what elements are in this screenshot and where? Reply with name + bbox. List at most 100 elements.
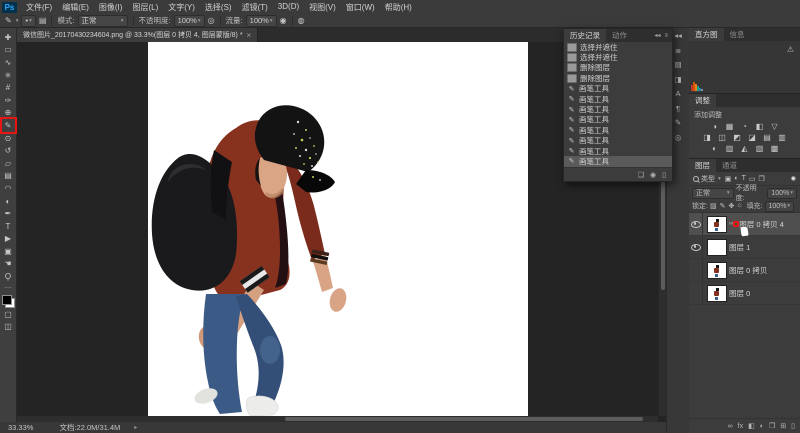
- move-tool[interactable]: ✚: [2, 31, 15, 44]
- zoom-tool[interactable]: Ϙ: [2, 270, 15, 283]
- lasso-tool[interactable]: ∿: [2, 56, 15, 69]
- filter-type-label[interactable]: 类型: [701, 174, 715, 184]
- color-balance-icon[interactable]: ◫: [716, 132, 728, 143]
- history-state-row[interactable]: ✎ 画笔工具: [564, 115, 672, 125]
- menu-item[interactable]: 选择(S): [200, 2, 237, 13]
- new-snapshot-icon[interactable]: ◉: [650, 171, 656, 179]
- layer-opacity-select[interactable]: 100% ▾: [767, 187, 797, 199]
- tab-history[interactable]: 历史记录: [564, 29, 606, 42]
- layer-blend-mode-select[interactable]: 正常 ▾: [692, 187, 734, 199]
- canvas[interactable]: [148, 42, 528, 416]
- quick-mask-button[interactable]: ▢: [2, 308, 15, 321]
- swatches-panel-icon[interactable]: ▤: [674, 61, 681, 69]
- pen-tool[interactable]: ✒: [2, 207, 15, 220]
- fill-select[interactable]: 100% ▾: [764, 200, 795, 212]
- toggle-brush-panel-icon[interactable]: ▤: [39, 16, 47, 25]
- filter-toggle-icon[interactable]: ◉: [791, 175, 796, 182]
- menu-item[interactable]: 图层(L): [127, 2, 163, 13]
- visibility-toggle[interactable]: [689, 282, 703, 304]
- path-selection-tool[interactable]: ▶: [2, 233, 15, 246]
- brush-tool[interactable]: ✎: [2, 119, 15, 132]
- lock-all-icon[interactable]: ⌂: [737, 202, 741, 210]
- photo-filter-icon[interactable]: ◪: [746, 132, 758, 143]
- horizontal-scrollbar-thumb[interactable]: [285, 417, 643, 421]
- zoom-level[interactable]: 33.33%: [8, 423, 33, 432]
- foreground-color-swatch[interactable]: [1, 294, 12, 305]
- tab-layers[interactable]: 图层: [689, 159, 716, 172]
- tab-adjustments[interactable]: 调整: [689, 94, 716, 107]
- history-state-row[interactable]: ✎ 画笔工具: [564, 156, 672, 167]
- layer-row[interactable]: ∞ 图层 0 拷贝 4: [689, 213, 800, 236]
- shape-tool[interactable]: ▣: [2, 245, 15, 258]
- history-state-row[interactable]: 删除图层: [564, 63, 672, 73]
- status-caret-icon[interactable]: ▸: [134, 424, 137, 431]
- levels-icon[interactable]: ▦: [724, 121, 736, 132]
- clone-stamp-tool[interactable]: ⊙: [2, 132, 15, 145]
- history-state-row[interactable]: ✎ 画笔工具: [564, 125, 672, 135]
- new-doc-from-state-icon[interactable]: ❏: [638, 171, 644, 179]
- layer-row[interactable]: 图层 1: [689, 236, 800, 259]
- filter-smart-objects-icon[interactable]: ❐: [759, 175, 765, 183]
- brightness-contrast-icon[interactable]: ◑: [709, 121, 721, 132]
- visibility-toggle[interactable]: [689, 259, 703, 281]
- layer-row[interactable]: 图层 0: [689, 282, 800, 305]
- quick-selection-tool[interactable]: ✳: [2, 69, 15, 82]
- healing-brush-tool[interactable]: ⊕: [2, 107, 15, 120]
- lock-transparency-icon[interactable]: ▨: [710, 202, 717, 210]
- delete-layer-icon[interactable]: ▯: [791, 422, 795, 430]
- more-tools-icon[interactable]: ⋯: [5, 284, 12, 292]
- layer-style-icon[interactable]: fx: [738, 423, 743, 430]
- menu-item[interactable]: 帮助(H): [380, 2, 417, 13]
- type-tool[interactable]: T: [2, 220, 15, 233]
- lock-position-icon[interactable]: ✥: [728, 202, 734, 210]
- paragraph-panel-icon[interactable]: ¶: [676, 104, 680, 113]
- libraries-panel-icon[interactable]: ◨: [674, 75, 681, 84]
- menu-item[interactable]: 图像(I): [94, 2, 128, 13]
- dodge-tool[interactable]: ◐: [2, 195, 15, 208]
- hue-saturation-icon[interactable]: ◨: [701, 132, 713, 143]
- new-group-icon[interactable]: ❐: [769, 422, 775, 430]
- blur-tool[interactable]: ◠: [2, 182, 15, 195]
- brush-settings-panel-icon[interactable]: ✎: [675, 119, 681, 127]
- color-swatches[interactable]: [1, 294, 15, 308]
- filter-shape-layers-icon[interactable]: ▭: [749, 175, 756, 183]
- visibility-toggle[interactable]: [689, 236, 703, 258]
- filter-adjustment-layers-icon[interactable]: ◐: [734, 175, 738, 183]
- screen-mode-button[interactable]: ◫: [2, 320, 15, 333]
- flow-select[interactable]: 100% ▾: [245, 14, 277, 27]
- filter-pixel-layers-icon[interactable]: ▣: [725, 175, 732, 183]
- crop-tool[interactable]: #: [2, 81, 15, 94]
- airbrush-icon[interactable]: ◉: [280, 16, 287, 25]
- tab-channels[interactable]: 通道: [716, 159, 743, 172]
- history-state-row[interactable]: ✎ 画笔工具: [564, 94, 672, 104]
- new-layer-icon[interactable]: ⊞: [780, 422, 786, 430]
- threshold-icon[interactable]: ◭: [739, 143, 751, 154]
- history-state-row[interactable]: ✎ 画笔工具: [564, 136, 672, 146]
- lock-pixels-icon[interactable]: ✎: [720, 202, 726, 210]
- layer-thumbnail[interactable]: [707, 261, 727, 279]
- menu-item[interactable]: 文字(Y): [163, 2, 200, 13]
- brush-preset-picker[interactable]: • ▾: [21, 14, 36, 27]
- posterize-icon[interactable]: ▨: [724, 143, 736, 154]
- menu-item[interactable]: 视图(V): [304, 2, 341, 13]
- eyedropper-tool[interactable]: ✑: [2, 94, 15, 107]
- menu-item[interactable]: 编辑(E): [57, 2, 94, 13]
- channel-mixer-icon[interactable]: ▤: [761, 132, 773, 143]
- panel-menu-icon[interactable]: ≡: [664, 33, 668, 39]
- history-state-row[interactable]: 删除图层: [564, 73, 672, 83]
- character-panel-icon[interactable]: A: [675, 90, 680, 98]
- filter-type-layers-icon[interactable]: T: [742, 175, 746, 183]
- close-tab-icon[interactable]: ×: [247, 31, 252, 40]
- history-state-row[interactable]: ✎ 画笔工具: [564, 104, 672, 114]
- invert-icon[interactable]: ◐: [709, 143, 721, 154]
- color-panel-icon[interactable]: ≣: [675, 46, 681, 55]
- link-layers-icon[interactable]: ∞: [728, 423, 733, 430]
- brush-tool-preset-icon[interactable]: ✎: [5, 16, 12, 25]
- menu-item[interactable]: 文件(F): [21, 2, 57, 13]
- marquee-tool[interactable]: ▭: [2, 44, 15, 57]
- exposure-icon[interactable]: ◧: [754, 121, 766, 132]
- history-state-row[interactable]: ✎ 画笔工具: [564, 146, 672, 156]
- layer-thumbnail[interactable]: [707, 238, 727, 256]
- blend-mode-select[interactable]: 正常 ▾: [77, 14, 128, 27]
- tab-info[interactable]: 信息: [724, 28, 751, 41]
